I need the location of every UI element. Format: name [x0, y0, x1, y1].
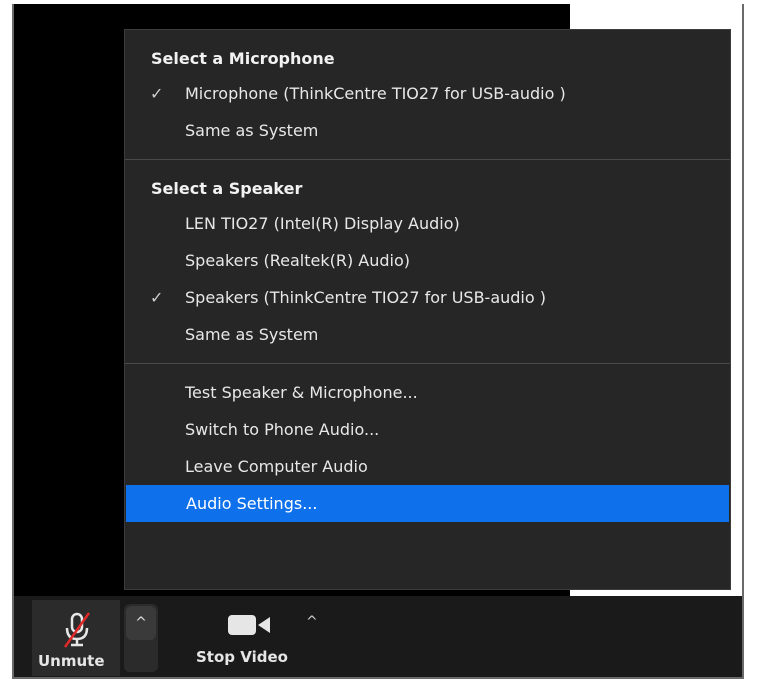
- stop-video-label[interactable]: Stop Video: [196, 648, 288, 666]
- menu-divider: [125, 159, 730, 160]
- frame-border: [12, 4, 14, 678]
- menu-item-label: Leave Computer Audio: [185, 457, 368, 476]
- audio-options-toggle[interactable]: ^: [124, 604, 158, 672]
- menu-item-microphone-same-as-system[interactable]: Same as System: [125, 112, 730, 149]
- chevron-up-icon: ^: [126, 606, 156, 640]
- menu-divider: [125, 363, 730, 364]
- audio-options-menu: Select a Microphone ✓ Microphone (ThinkC…: [124, 29, 731, 590]
- menu-item-speaker-realtek[interactable]: Speakers (Realtek(R) Audio): [125, 242, 730, 279]
- checkmark-icon: ✓: [150, 288, 164, 307]
- unmute-label: Unmute: [38, 652, 105, 670]
- video-camera-icon[interactable]: [226, 612, 274, 638]
- menu-item-label: Same as System: [185, 325, 319, 344]
- menu-item-label: Same as System: [185, 121, 319, 140]
- menu-item-leave-computer-audio[interactable]: Leave Computer Audio: [125, 448, 730, 485]
- menu-item-microphone-thinkcentre[interactable]: ✓ Microphone (ThinkCentre TIO27 for USB-…: [125, 75, 730, 112]
- frame-border: [12, 677, 744, 679]
- menu-item-label: Microphone (ThinkCentre TIO27 for USB-au…: [185, 84, 566, 103]
- menu-item-switch-to-phone-audio[interactable]: Switch to Phone Audio...: [125, 411, 730, 448]
- menu-item-label: Speakers (Realtek(R) Audio): [185, 251, 411, 270]
- unmute-button[interactable]: Unmute: [32, 600, 120, 676]
- microphone-muted-icon: [63, 612, 91, 648]
- menu-item-test-speaker-microphone[interactable]: Test Speaker & Microphone...: [125, 374, 730, 411]
- menu-item-speaker-same-as-system[interactable]: Same as System: [125, 316, 730, 353]
- checkmark-icon: ✓: [150, 84, 164, 103]
- menu-item-label: Test Speaker & Microphone...: [185, 383, 418, 402]
- screenshot-frame: Select a Microphone ✓ Microphone (ThinkC…: [0, 0, 772, 681]
- menu-item-speaker-len-tio27[interactable]: LEN TIO27 (Intel(R) Display Audio): [125, 205, 730, 242]
- chevron-up-icon[interactable]: ^: [306, 614, 318, 630]
- menu-item-audio-settings[interactable]: Audio Settings...: [126, 485, 729, 522]
- menu-item-label: LEN TIO27 (Intel(R) Display Audio): [185, 214, 460, 233]
- speaker-section-title: Select a Speaker: [151, 179, 303, 198]
- frame-border: [742, 4, 744, 678]
- menu-item-label: Speakers (ThinkCentre TIO27 for USB-audi…: [185, 288, 546, 307]
- menu-item-label: Audio Settings...: [186, 494, 318, 513]
- microphone-section-title: Select a Microphone: [151, 49, 335, 68]
- menu-item-label: Switch to Phone Audio...: [185, 420, 380, 439]
- menu-item-speaker-thinkcentre[interactable]: ✓ Speakers (ThinkCentre TIO27 for USB-au…: [125, 279, 730, 316]
- meeting-toolbar: Unmute ^ ^ Stop Video: [14, 596, 742, 677]
